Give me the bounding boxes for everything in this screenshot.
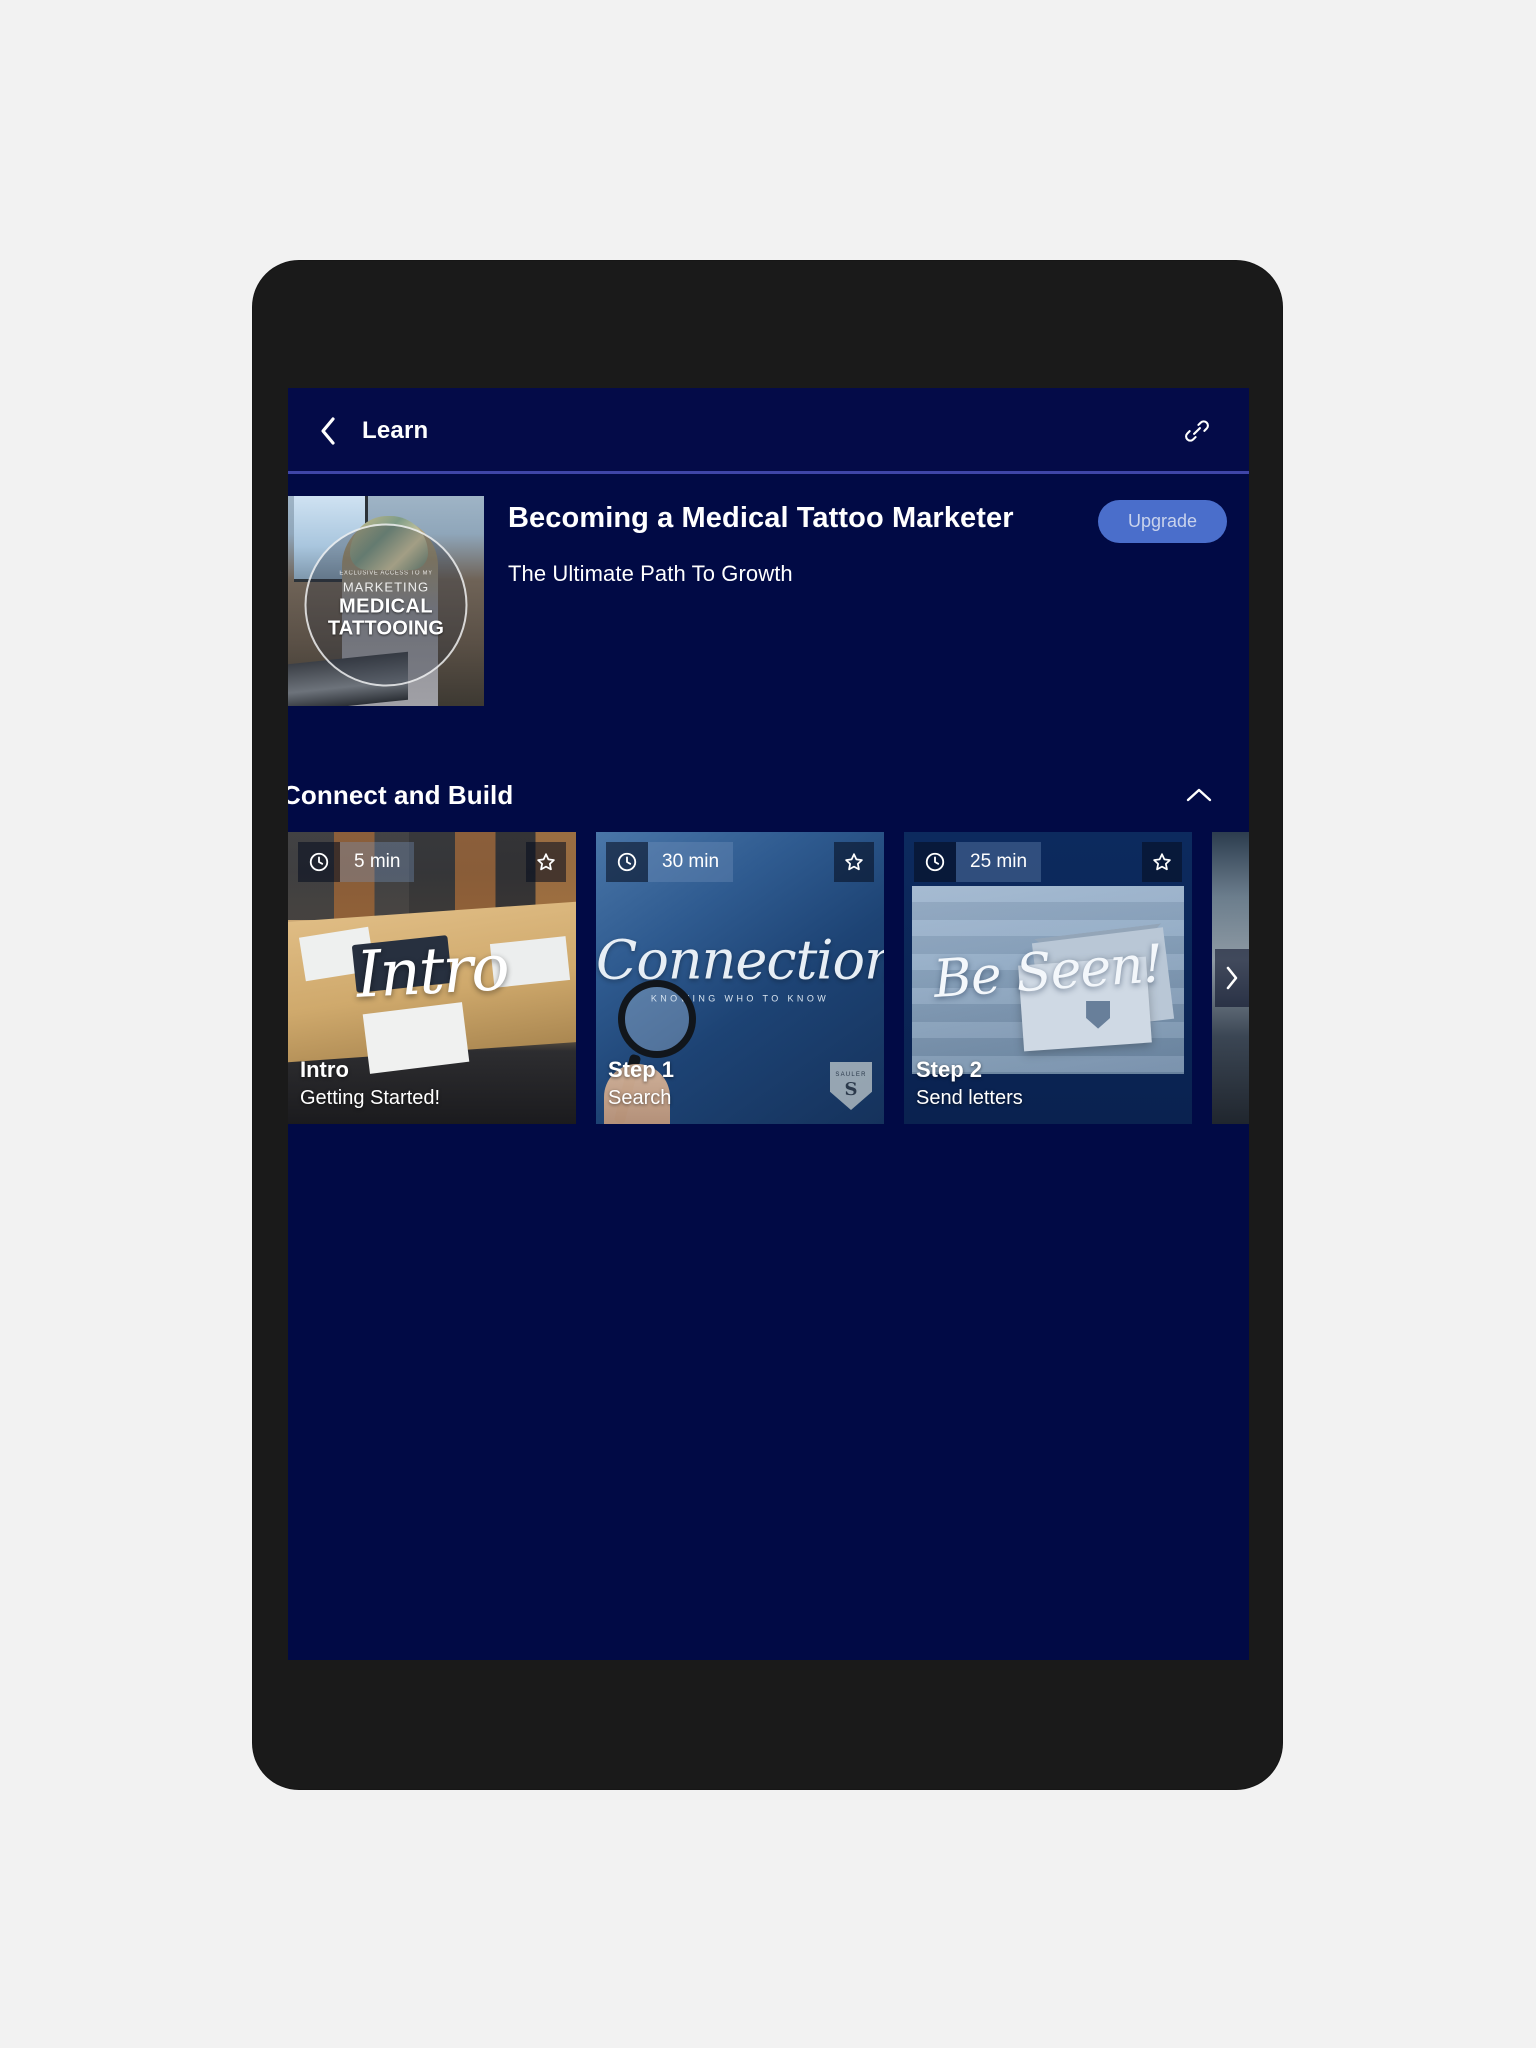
carousel-next-button[interactable] — [1215, 949, 1249, 1007]
artwork-magnifier — [618, 980, 696, 1058]
star-outline-icon — [845, 853, 863, 871]
lesson-card-labels: Step 1 Search — [608, 1057, 872, 1110]
lesson-card-title: Step 2 — [916, 1056, 983, 1082]
lesson-card-title: Intro — [300, 1056, 349, 1082]
duration-chip: 5 min — [298, 842, 415, 882]
lesson-card-top-bar: 30 min — [596, 842, 884, 882]
course-subtitle: The Ultimate Path To Growth — [508, 561, 793, 586]
duration-chip: 30 min — [606, 842, 734, 882]
lesson-card-subtitle: Send letters — [916, 1087, 1023, 1109]
lesson-card-intro[interactable]: Intro 5 min Intro Getting Started! — [288, 832, 576, 1124]
clock-icon-wrap — [914, 842, 956, 882]
course-title: Becoming a Medical Tattoo Marketer — [508, 502, 1014, 534]
back-button[interactable] — [310, 409, 346, 453]
star-outline-icon — [1153, 853, 1171, 871]
chevron-left-icon — [321, 417, 335, 445]
thumbnail-line-two: TATTOOING — [327, 617, 445, 640]
artwork-inset-photo: Be Seen! — [912, 886, 1184, 1074]
app-screen: Learn EXCLUSIVE ACCESS TO MY MARKETING M… — [288, 388, 1249, 1660]
lesson-card-top-bar: 25 min — [904, 842, 1192, 882]
app-bar: Learn — [288, 388, 1249, 474]
favorite-star-button[interactable] — [1142, 842, 1182, 882]
lesson-card-labels: Step 2 Send letters — [916, 1057, 1180, 1110]
lesson-carousel[interactable]: Intro 5 min Intro Getting Started! Conne… — [288, 832, 1249, 1124]
lesson-card-title: Step 1 — [608, 1056, 675, 1082]
favorite-star-button[interactable] — [526, 842, 566, 882]
section-header[interactable]: Connect and Build — [288, 768, 1249, 822]
clock-icon — [617, 852, 637, 872]
lesson-card-labels: Intro Getting Started! — [300, 1057, 564, 1110]
screen-content: EXCLUSIVE ACCESS TO MY MARKETING MEDICAL… — [288, 474, 1249, 1124]
artwork-script-text: Connections — [596, 928, 884, 992]
favorite-star-button[interactable] — [834, 842, 874, 882]
share-link-button[interactable] — [1175, 409, 1219, 453]
thumbnail-line-one: MEDICAL — [339, 595, 433, 618]
thumbnail-badge-overlay: EXCLUSIVE ACCESS TO MY MARKETING MEDICAL… — [304, 523, 468, 687]
clock-icon-wrap — [298, 842, 340, 882]
thumbnail-tagline: EXCLUSIVE ACCESS TO MY — [339, 570, 433, 577]
course-thumbnail[interactable]: EXCLUSIVE ACCESS TO MY MARKETING MEDICAL… — [288, 496, 484, 706]
course-info: Becoming a Medical Tattoo Marketer Upgra… — [508, 496, 1249, 706]
lesson-card-subtitle: Search — [608, 1087, 672, 1109]
clock-icon-wrap — [606, 842, 648, 882]
duration-label: 30 min — [648, 842, 734, 882]
duration-label: 25 min — [956, 842, 1042, 882]
star-outline-icon — [537, 853, 555, 871]
section-title: Connect and Build — [288, 779, 514, 810]
app-bar-title: Learn — [362, 417, 429, 444]
duration-chip: 25 min — [914, 842, 1042, 882]
page-canvas: Learn EXCLUSIVE ACCESS TO MY MARKETING M… — [0, 0, 1536, 2048]
app-bar-left-group: Learn — [310, 409, 428, 453]
course-header: EXCLUSIVE ACCESS TO MY MARKETING MEDICAL… — [288, 474, 1249, 706]
carousel-track: Intro 5 min Intro Getting Started! Conne… — [288, 832, 1249, 1124]
clock-icon — [925, 852, 945, 872]
section-collapse-button[interactable] — [1179, 775, 1219, 815]
duration-label: 5 min — [340, 842, 415, 882]
lesson-card-top-bar: 5 min — [288, 842, 576, 882]
lesson-card-step-2[interactable]: Be Seen! 25 min Step 2 Send letters — [904, 832, 1192, 1124]
app-bar-divider — [288, 471, 1249, 474]
upgrade-button[interactable]: Upgrade — [1097, 500, 1227, 543]
thumbnail-marketing-word: MARKETING — [342, 579, 430, 595]
chevron-right-icon — [1226, 966, 1238, 990]
artwork-script-text: Intro — [354, 931, 510, 1014]
course-title-row: Becoming a Medical Tattoo Marketer Upgra… — [508, 496, 1227, 543]
link-icon — [1185, 420, 1209, 442]
lesson-card-subtitle: Getting Started! — [300, 1087, 441, 1109]
chevron-up-icon — [1186, 788, 1212, 802]
lesson-card-step-1[interactable]: Connections KNOWING WHO TO KNOW SAULER S — [596, 832, 884, 1124]
clock-icon — [309, 852, 329, 872]
